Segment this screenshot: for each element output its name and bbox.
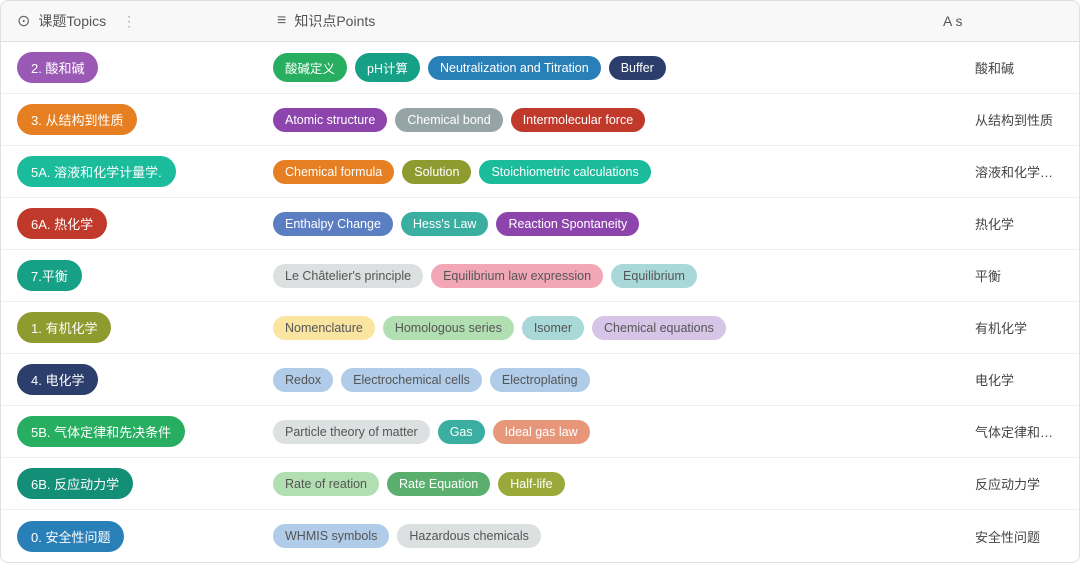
- topic-cell: 3. 从结构到性质: [1, 94, 261, 145]
- side-label: 平衡: [959, 256, 1079, 295]
- points-cell: Nomenclature Homologous series Isomer Chemi…: [261, 308, 959, 348]
- tag[interactable]: Homologous series: [383, 316, 514, 340]
- tag[interactable]: Atomic structure: [273, 108, 387, 132]
- topics-icon: ⊙: [17, 11, 30, 31]
- points-header: ≡ 知识点Points: [277, 11, 943, 31]
- sort-label: A s: [943, 13, 962, 29]
- side-label: 溶液和化学计量学.: [959, 152, 1079, 191]
- topic-badge[interactable]: 3. 从结构到性质: [17, 104, 137, 135]
- tag[interactable]: Gas: [438, 420, 485, 444]
- tag[interactable]: Equilibrium law expression: [431, 264, 603, 288]
- table-row: 6A. 热化学 Enthalpy Change Hess's Law Reaction…: [1, 198, 1079, 250]
- table-body: 2. 酸和碱 酸碱定义 pH计算 Neutralization and Titrati…: [1, 42, 1079, 562]
- tag[interactable]: pH计算: [355, 53, 420, 82]
- points-header-label: 知识点Points: [294, 11, 375, 31]
- tag[interactable]: Stoichiometric calculations: [479, 160, 650, 184]
- side-label: 酸和碱: [959, 48, 1079, 87]
- table-row: 6B. 反应动力学 Rate of reation Rate Equation Hal…: [1, 458, 1079, 510]
- table-row: 1. 有机化学 Nomenclature Homologous series Isom…: [1, 302, 1079, 354]
- topics-menu-icon[interactable]: ⋮: [122, 13, 136, 30]
- tag[interactable]: Solution: [402, 160, 471, 184]
- points-cell: WHMIS symbols Hazardous chemicals: [261, 516, 959, 556]
- topic-cell: 5A. 溶液和化学计量学.: [1, 146, 261, 197]
- topic-cell: 5B. 气体定律和先决条件: [1, 406, 261, 457]
- table-header: ⊙ 课题Topics ⋮ ≡ 知识点Points A s: [1, 1, 1079, 42]
- tag[interactable]: Equilibrium: [611, 264, 697, 288]
- tag[interactable]: Neutralization and Titration: [428, 56, 601, 80]
- side-label: 电化学: [959, 360, 1079, 399]
- tag[interactable]: Le Châtelier's principle: [273, 264, 423, 288]
- topic-badge[interactable]: 5B. 气体定律和先决条件: [17, 416, 185, 447]
- tag[interactable]: Nomenclature: [273, 316, 375, 340]
- topic-badge[interactable]: 4. 电化学: [17, 364, 98, 395]
- side-label: 从结构到性质: [959, 100, 1079, 139]
- points-cell: Rate of reation Rate Equation Half-life: [261, 464, 959, 504]
- table-row: 4. 电化学 Redox Electrochemical cells Electrop…: [1, 354, 1079, 406]
- tag[interactable]: Rate of reation: [273, 472, 379, 496]
- side-label: 气体定律和先决...: [959, 412, 1079, 451]
- topic-cell: 6A. 热化学: [1, 198, 261, 249]
- topic-badge[interactable]: 6B. 反应动力学: [17, 468, 133, 499]
- tag[interactable]: Isomer: [522, 316, 584, 340]
- table-row: 5B. 气体定律和先决条件 Particle theory of matter Ga…: [1, 406, 1079, 458]
- tag[interactable]: Chemical bond: [395, 108, 502, 132]
- tag[interactable]: Hess's Law: [401, 212, 489, 236]
- tag[interactable]: Particle theory of matter: [273, 420, 430, 444]
- topic-badge[interactable]: 0. 安全性问题: [17, 521, 124, 552]
- tag[interactable]: WHMIS symbols: [273, 524, 389, 548]
- tag[interactable]: Reaction Spontaneity: [496, 212, 639, 236]
- sort-header[interactable]: A s: [943, 13, 1063, 29]
- points-icon: ≡: [277, 12, 286, 30]
- side-label: 有机化学: [959, 308, 1079, 347]
- topic-cell: 4. 电化学: [1, 354, 261, 405]
- points-cell: Redox Electrochemical cells Electroplating: [261, 360, 959, 400]
- tag[interactable]: Intermolecular force: [511, 108, 645, 132]
- topic-badge[interactable]: 5A. 溶液和化学计量学.: [17, 156, 176, 187]
- points-cell: Enthalpy Change Hess's Law Reaction Sponta…: [261, 204, 959, 244]
- tag[interactable]: Hazardous chemicals: [397, 524, 541, 548]
- topic-cell: 2. 酸和碱: [1, 42, 261, 93]
- topic-cell: 6B. 反应动力学: [1, 458, 261, 509]
- points-cell: Le Châtelier's principle Equilibrium law …: [261, 256, 959, 296]
- table-row: 3. 从结构到性质 Atomic structure Chemical bond In…: [1, 94, 1079, 146]
- table-row: 7.平衡 Le Châtelier's principle Equilibrium …: [1, 250, 1079, 302]
- topics-header-label: 课题Topics: [38, 11, 106, 31]
- points-cell: 酸碱定义 pH计算 Neutralization and Titration Buff…: [261, 45, 959, 90]
- topics-header: ⊙ 课题Topics ⋮: [17, 11, 277, 31]
- tag[interactable]: Half-life: [498, 472, 564, 496]
- tag[interactable]: Redox: [273, 368, 333, 392]
- topic-cell: 1. 有机化学: [1, 302, 261, 353]
- tag[interactable]: Electrochemical cells: [341, 368, 482, 392]
- tag[interactable]: Ideal gas law: [493, 420, 590, 444]
- tag[interactable]: Electroplating: [490, 368, 590, 392]
- tag[interactable]: Buffer: [609, 56, 666, 80]
- topic-cell: 7.平衡: [1, 250, 261, 301]
- side-label: 热化学: [959, 204, 1079, 243]
- points-cell: Chemical formula Solution Stoichiometric c…: [261, 152, 959, 192]
- points-cell: Particle theory of matter Gas Ideal gas la…: [261, 412, 959, 452]
- side-label: 安全性问题: [959, 517, 1079, 556]
- side-label: 反应动力学: [959, 464, 1079, 503]
- topic-cell: 0. 安全性问题: [1, 511, 261, 562]
- main-container: ⊙ 课题Topics ⋮ ≡ 知识点Points A s 2. 酸和碱 酸碱定义 p…: [0, 0, 1080, 563]
- topic-badge[interactable]: 6A. 热化学: [17, 208, 107, 239]
- table-row: 5A. 溶液和化学计量学. Chemical formula Solution Sto…: [1, 146, 1079, 198]
- table-row: 2. 酸和碱 酸碱定义 pH计算 Neutralization and Titrati…: [1, 42, 1079, 94]
- tag[interactable]: Chemical equations: [592, 316, 726, 340]
- topic-badge[interactable]: 1. 有机化学: [17, 312, 111, 343]
- tag[interactable]: Enthalpy Change: [273, 212, 393, 236]
- tag[interactable]: 酸碱定义: [273, 53, 347, 82]
- tag[interactable]: Chemical formula: [273, 160, 394, 184]
- topic-badge[interactable]: 7.平衡: [17, 260, 82, 291]
- points-cell: Atomic structure Chemical bond Intermolecu…: [261, 100, 959, 140]
- tag[interactable]: Rate Equation: [387, 472, 490, 496]
- topic-badge[interactable]: 2. 酸和碱: [17, 52, 98, 83]
